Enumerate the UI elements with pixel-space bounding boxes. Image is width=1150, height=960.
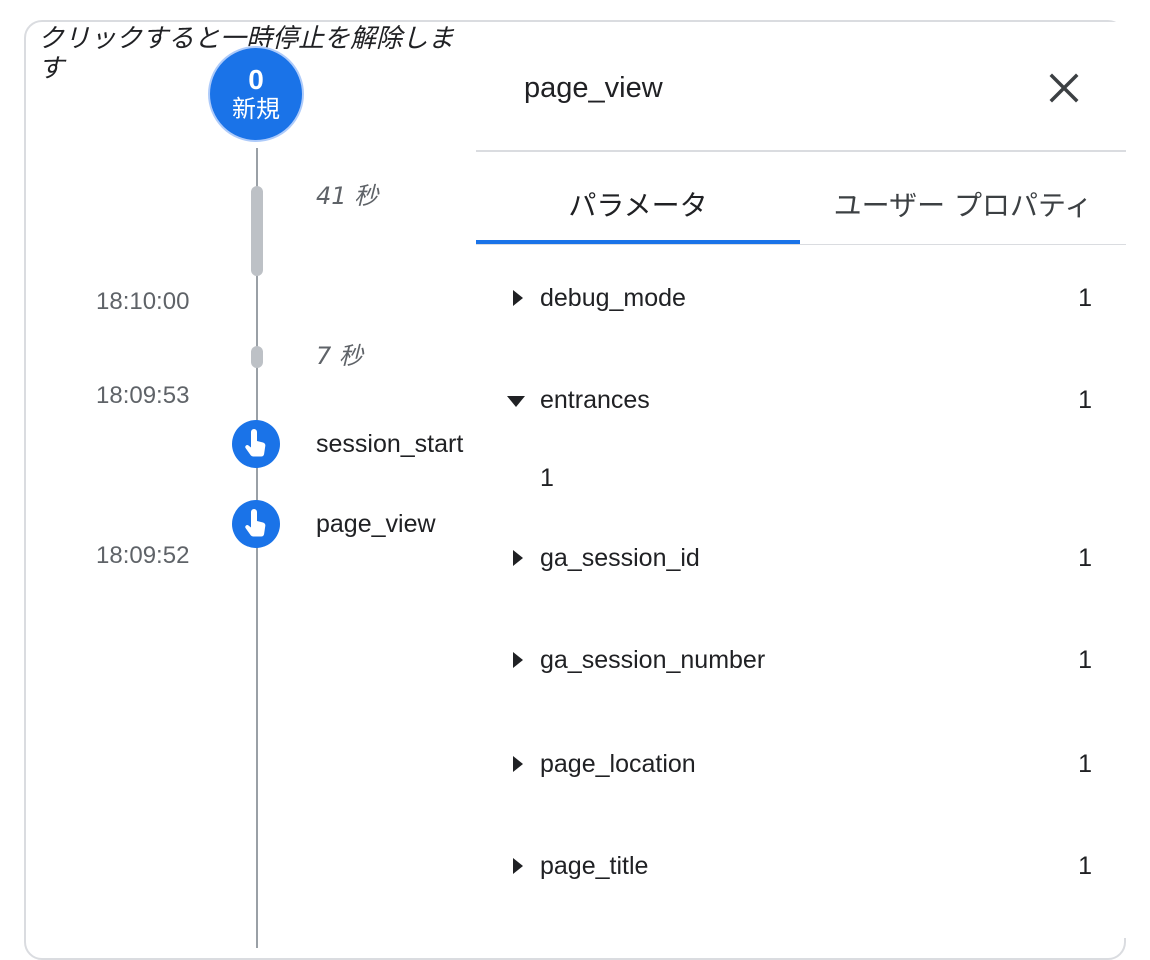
caret-right-icon: [513, 290, 523, 306]
timestamp: 18:09:53: [96, 382, 190, 409]
event-session-start[interactable]: session_start: [316, 430, 463, 459]
event-page-view[interactable]: page_view: [316, 510, 436, 539]
timestamp: 18:09:52: [96, 542, 190, 569]
caret-right-icon: [513, 756, 523, 772]
time-gap-bar: [251, 346, 263, 368]
param-row-debug-mode[interactable]: debug_mode 1: [476, 280, 1126, 320]
param-value: 1: [1078, 284, 1092, 312]
param-row-page-location[interactable]: page_location 1: [476, 746, 1126, 786]
caret-right-icon: [513, 550, 523, 566]
param-value: 1: [1078, 646, 1092, 674]
time-gap-label: 41 秒: [316, 182, 379, 210]
caret-right-icon: [513, 858, 523, 874]
caret-down-icon: [507, 396, 525, 407]
touch-icon[interactable]: [232, 420, 280, 468]
close-icon[interactable]: [1044, 68, 1084, 108]
param-name: ga_session_id: [540, 544, 700, 572]
param-row-page-title[interactable]: page_title 1: [476, 848, 1126, 888]
new-events-badge[interactable]: 0 新規: [208, 46, 304, 142]
panel-divider: [476, 150, 1126, 152]
panel-title: page_view: [524, 72, 663, 104]
tab-user-properties[interactable]: ユーザー プロパティ: [800, 184, 1126, 244]
time-gap-label: 7 秒: [316, 342, 363, 370]
event-detail-panel: page_view パラメータ ユーザー プロパティ debug_mode 1 …: [476, 22, 1126, 938]
param-name: page_title: [540, 852, 649, 880]
param-value: 1: [1078, 386, 1092, 414]
caret-right-icon: [513, 652, 523, 668]
new-events-count: 0: [248, 64, 264, 95]
time-gap-bar: [251, 186, 263, 276]
param-row-ga-session-number[interactable]: ga_session_number 1: [476, 642, 1126, 682]
param-name: debug_mode: [540, 284, 686, 312]
param-row-entrances[interactable]: entrances 1: [476, 382, 1126, 422]
param-row-ga-session-id[interactable]: ga_session_id 1: [476, 540, 1126, 580]
param-detail-value: 1: [540, 464, 554, 492]
param-value: 1: [1078, 750, 1092, 778]
timestamp: 18:10:00: [96, 288, 190, 315]
param-value: 1: [1078, 852, 1092, 880]
param-value: 1: [1078, 544, 1092, 572]
param-name: ga_session_number: [540, 646, 766, 674]
param-name: entrances: [540, 386, 650, 414]
tabs-divider: [476, 244, 1126, 245]
touch-icon[interactable]: [232, 500, 280, 548]
tab-parameters[interactable]: パラメータ: [476, 184, 800, 244]
param-name: page_location: [540, 750, 696, 778]
new-events-label: 新規: [232, 95, 280, 123]
